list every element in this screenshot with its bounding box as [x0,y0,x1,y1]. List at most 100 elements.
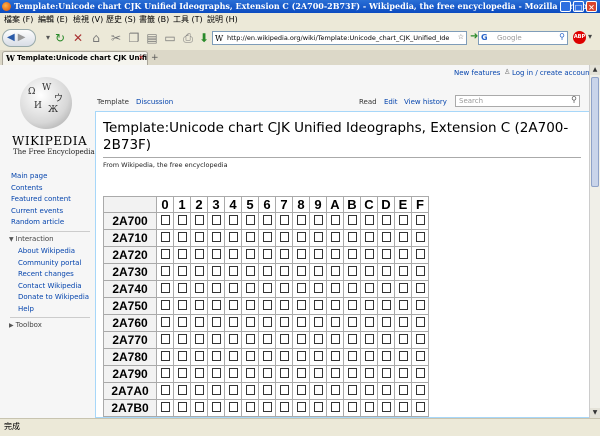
glyph-cell[interactable] [275,263,293,281]
tab-edit[interactable]: Edit [384,98,398,106]
browser-tab[interactable]: W Template:Unicode chart CJK Unifie… ✕ [2,51,148,65]
glyph-cell[interactable] [292,229,310,247]
glyph-cell[interactable] [190,246,208,264]
maximize-button[interactable]: □ [573,1,584,12]
glyph-cell[interactable] [343,229,361,247]
glyph-cell[interactable] [326,229,344,247]
search-bar[interactable]: G Google ⚲ [478,31,568,45]
glyph-cell[interactable] [156,246,174,264]
glyph-cell[interactable] [190,263,208,281]
glyph-cell[interactable] [411,399,429,417]
wikipedia-logo-icon[interactable]: Ω W ウ И Ж [20,77,72,129]
glyph-cell[interactable] [411,314,429,332]
glyph-cell[interactable] [377,212,395,230]
glyph-cell[interactable] [360,263,378,281]
glyph-cell[interactable] [394,297,412,315]
scroll-down-icon[interactable]: ▼ [590,408,600,418]
sidebar-item-featured-content[interactable]: Featured content [11,195,71,203]
glyph-cell[interactable] [343,365,361,383]
glyph-cell[interactable] [258,382,276,400]
glyph-cell[interactable] [394,314,412,332]
glyph-cell[interactable] [377,382,395,400]
glyph-cell[interactable] [411,280,429,298]
glyph-cell[interactable] [394,382,412,400]
glyph-cell[interactable] [173,229,191,247]
glyph-cell[interactable] [326,280,344,298]
stop-icon[interactable]: ✕ [70,30,86,46]
glyph-cell[interactable] [360,212,378,230]
glyph-cell[interactable] [156,297,174,315]
sidebar-item-donate[interactable]: Donate to Wikipedia [18,293,89,301]
star-icon[interactable]: ☆ [458,33,464,41]
glyph-cell[interactable] [309,280,327,298]
toolbar-chevron-icon[interactable]: ▾ [588,32,592,41]
glyph-cell[interactable] [258,212,276,230]
login-link[interactable]: Log in / create account [512,69,589,77]
glyph-cell[interactable] [309,229,327,247]
glyph-cell[interactable] [156,348,174,366]
glyph-cell[interactable] [241,280,259,298]
glyph-cell[interactable] [241,263,259,281]
glyph-cell[interactable] [343,348,361,366]
glyph-cell[interactable] [241,229,259,247]
glyph-cell[interactable] [326,331,344,349]
glyph-cell[interactable] [360,365,378,383]
glyph-cell[interactable] [377,314,395,332]
glyph-cell[interactable] [190,229,208,247]
glyph-cell[interactable] [309,263,327,281]
glyph-cell[interactable] [224,246,242,264]
glyph-cell[interactable] [411,365,429,383]
glyph-cell[interactable] [326,297,344,315]
glyph-cell[interactable] [377,399,395,417]
wikipedia-search-input[interactable]: Search ⚲ [455,95,580,107]
glyph-cell[interactable] [394,212,412,230]
glyph-cell[interactable] [190,314,208,332]
glyph-cell[interactable] [292,382,310,400]
glyph-cell[interactable] [173,348,191,366]
glyph-cell[interactable] [258,348,276,366]
glyph-cell[interactable] [207,365,225,383]
glyph-cell[interactable] [309,212,327,230]
sidebar-heading-toolbox[interactable]: ▶ Toolbox [9,321,42,329]
glyph-cell[interactable] [309,314,327,332]
glyph-cell[interactable] [173,331,191,349]
glyph-cell[interactable] [207,399,225,417]
glyph-cell[interactable] [224,229,242,247]
glyph-cell[interactable] [224,348,242,366]
glyph-cell[interactable] [241,212,259,230]
sidebar-item-recent-changes[interactable]: Recent changes [18,270,74,278]
glyph-cell[interactable] [292,399,310,417]
glyph-cell[interactable] [326,246,344,264]
glyph-cell[interactable] [224,314,242,332]
print-icon[interactable]: ⎙ [180,30,196,46]
glyph-cell[interactable] [190,212,208,230]
glyph-cell[interactable] [343,399,361,417]
glyph-cell[interactable] [377,246,395,264]
glyph-cell[interactable] [224,331,242,349]
menu-view[interactable]: 檢視 (V) [73,13,103,26]
glyph-cell[interactable] [241,314,259,332]
glyph-cell[interactable] [411,331,429,349]
glyph-cell[interactable] [411,382,429,400]
glyph-cell[interactable] [275,280,293,298]
glyph-cell[interactable] [156,212,174,230]
sidebar-item-help[interactable]: Help [18,305,34,313]
glyph-cell[interactable] [241,382,259,400]
glyph-cell[interactable] [156,229,174,247]
glyph-cell[interactable] [343,331,361,349]
glyph-cell[interactable] [326,314,344,332]
glyph-cell[interactable] [173,280,191,298]
glyph-cell[interactable] [258,314,276,332]
wikipedia-wordmark[interactable]: WIKIPEDIA [12,134,87,148]
glyph-cell[interactable] [275,297,293,315]
glyph-cell[interactable] [309,297,327,315]
tab-template[interactable]: Template [97,98,129,106]
glyph-cell[interactable] [326,365,344,383]
glyph-cell[interactable] [360,280,378,298]
glyph-cell[interactable] [411,212,429,230]
glyph-cell[interactable] [224,297,242,315]
glyph-cell[interactable] [394,246,412,264]
glyph-cell[interactable] [292,314,310,332]
glyph-cell[interactable] [360,246,378,264]
glyph-cell[interactable] [173,382,191,400]
